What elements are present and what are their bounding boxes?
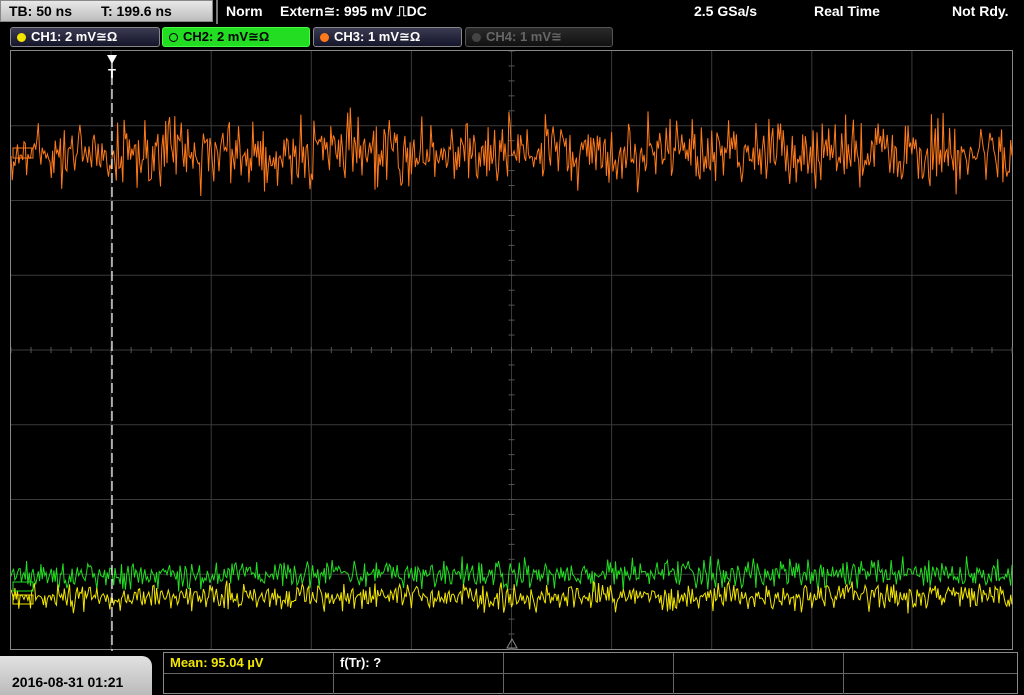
measurement-slot-7[interactable]: [334, 673, 504, 694]
trigger-marker-label: T: [108, 66, 116, 81]
channel-bar: CH1: 2 mV≅Ω CH2: 2 mV≅Ω CH3: 1 mV≅Ω CH4:…: [0, 26, 1024, 48]
channel-4-button[interactable]: CH4: 1 mV≅: [465, 27, 613, 47]
channel-4-dot-icon: [472, 33, 481, 42]
timebase-value: TB: 50 ns: [9, 3, 73, 19]
measurement-slot-8[interactable]: [504, 673, 674, 694]
mean-measurement[interactable]: Mean: 95.04 µV: [164, 653, 334, 673]
top-status-bar: TB: 50 ns T: 199.6 ns Norm Extern≅: 995 …: [0, 0, 1024, 24]
trigger-time-value: T: 199.6 ns: [101, 3, 172, 19]
channel-3-button[interactable]: CH3: 1 mV≅Ω: [313, 27, 462, 47]
measurement-slot-4[interactable]: [674, 653, 844, 673]
measurement-slot-10[interactable]: [844, 673, 1017, 694]
trigger-source[interactable]: Extern≅: 995 mV ⎍DC: [280, 0, 427, 24]
measurement-slot-9[interactable]: [674, 673, 844, 694]
measurement-slot-5[interactable]: [844, 653, 1017, 673]
channel-2-label: CH2: 2 mV≅Ω: [183, 29, 270, 44]
channel-2-button[interactable]: CH2: 2 mV≅Ω: [162, 27, 310, 47]
measurement-slot-6[interactable]: [164, 673, 334, 694]
measurement-table: Mean: 95.04 µV f(Tr): ?: [163, 652, 1018, 694]
trigger-position-icon: [107, 55, 117, 64]
channel-2-dot-icon: [169, 33, 178, 42]
waveform-display[interactable]: T: [10, 50, 1013, 651]
bottom-bar: 2016-08-31 01:21 Mean: 95.04 µV f(Tr): ?: [0, 652, 1024, 695]
separator: [216, 0, 218, 24]
channel-1-label: CH1: 2 mV≅Ω: [31, 29, 118, 44]
datetime-display: 2016-08-31 01:21: [0, 656, 152, 695]
channel-1-button[interactable]: CH1: 2 mV≅Ω: [10, 27, 160, 47]
timebase-panel[interactable]: TB: 50 ns T: 199.6 ns: [0, 0, 213, 22]
channel-3-label: CH3: 1 mV≅Ω: [334, 29, 421, 44]
acquisition-mode: Real Time: [814, 3, 880, 19]
channel-4-label: CH4: 1 mV≅: [486, 29, 562, 44]
measurement-slot-3[interactable]: [504, 653, 674, 673]
waveform-canvas: T: [11, 51, 1013, 651]
trigger-mode[interactable]: Norm: [226, 0, 263, 24]
acquisition-status: Not Rdy.: [952, 3, 1009, 19]
channel-3-dot-icon: [320, 33, 329, 42]
channel-1-dot-icon: [17, 33, 26, 42]
sample-rate: 2.5 GSa/s: [694, 3, 758, 19]
trigger-frequency-measurement[interactable]: f(Tr): ?: [334, 653, 504, 673]
